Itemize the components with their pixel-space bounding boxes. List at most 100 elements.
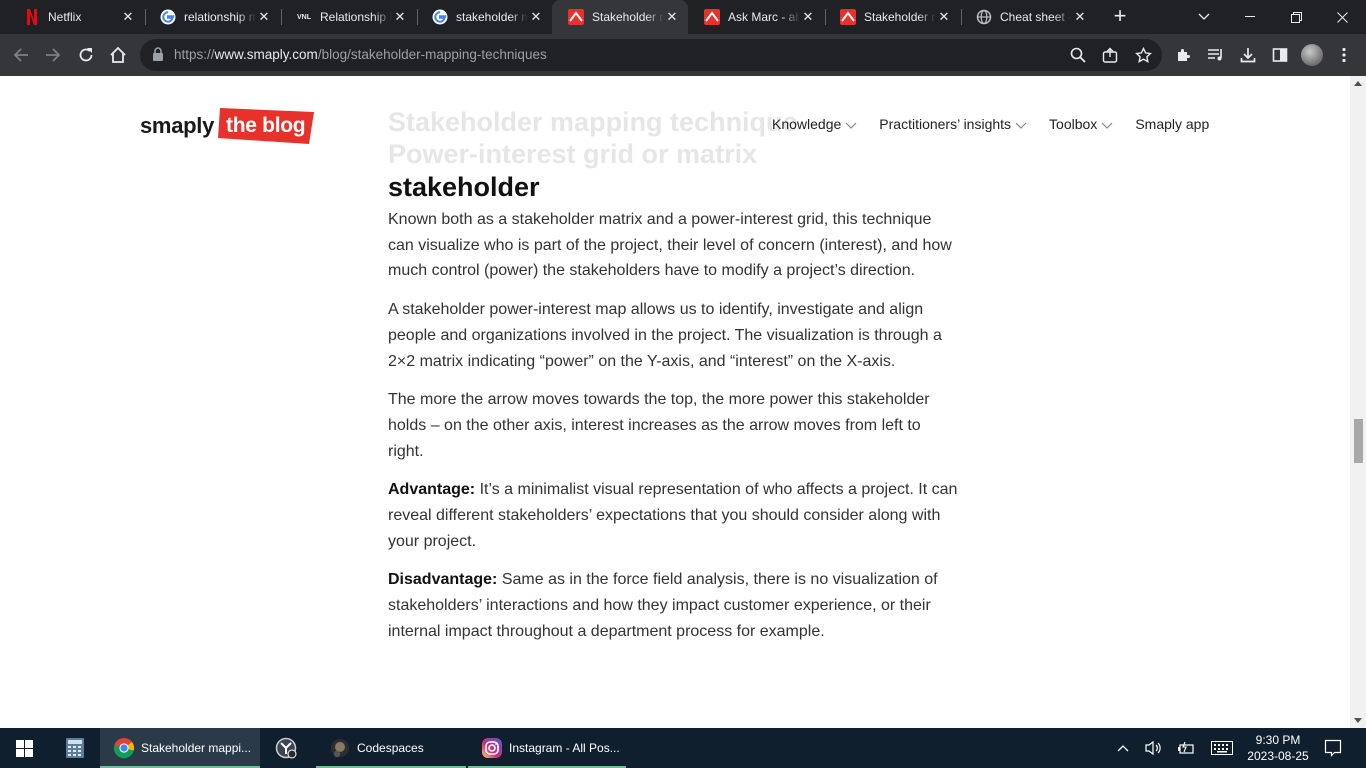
page-scrollbar[interactable] [1350,76,1366,728]
volume-icon[interactable] [1142,728,1166,768]
tab-ask-marc[interactable]: Ask Marc - about ✕ [688,0,824,34]
scroll-down-arrow-icon[interactable] [1354,718,1362,723]
home-icon[interactable] [106,43,130,67]
taskbar-chrome-stakeholder[interactable]: Stakeholder mappi... [100,728,260,768]
scrollbar-thumb[interactable] [1354,419,1363,463]
back-arrow-icon[interactable] [9,43,33,67]
browser-tab-strip: Netflix ✕ relationship map ✕ VNL Relatio… [0,0,1366,34]
chrome-icon [112,736,136,760]
browser-toolbar: https://www.smaply.com/blog/stakeholder-… [0,34,1366,76]
new-tab-plus-icon[interactable]: + [1108,5,1132,29]
nav-smaply-app[interactable]: Smaply app [1135,116,1209,132]
profile-avatar-icon[interactable] [1300,43,1324,67]
instagram-icon [480,736,504,760]
close-icon[interactable]: ✕ [664,9,680,25]
smaply-blog-logo[interactable]: smaply the blog [140,106,315,146]
paragraph-matrix: A stakeholder power-interest map allows … [388,301,942,370]
taskbar-calculator[interactable] [52,728,98,768]
restore-icon[interactable] [1273,0,1319,34]
keyboard-icon[interactable] [1206,728,1238,768]
tab-title: Cheat sheet - [1000,10,1072,24]
tab-title: Netflix [48,10,82,24]
netflix-icon [24,9,40,25]
close-icon[interactable]: ✕ [936,9,952,25]
advantage-label: Advantage: [388,481,476,499]
more-menu-icon[interactable] [1332,43,1356,67]
chevron-down-icon [845,122,857,129]
battery-icon[interactable] [1174,728,1198,768]
tab-title: Relationship Map [320,10,392,24]
url-text[interactable]: https://www.smaply.com/blog/stakeholder-… [174,47,547,62]
notification-center-icon[interactable] [1318,728,1348,768]
app-icon [274,736,298,760]
share-icon[interactable] [1100,45,1120,65]
nav-label: Toolbox [1049,116,1098,132]
taskbar-app[interactable] [262,728,314,768]
article-body: stakeholder Known both as a stakeholder … [388,170,960,658]
system-clock[interactable]: 9:30 PM 2023-08-25 [1244,732,1312,764]
windows-taskbar: Stakeholder mappi... Codespaces Instagra… [0,728,1366,768]
smaply-icon [840,9,856,25]
logo-text: smaply [140,113,215,138]
tab-title: Stakeholder map [864,10,936,24]
bookmark-star-icon[interactable] [1133,45,1153,65]
tab-stakeholder-map-2[interactable]: Stakeholder map ✕ [824,0,960,34]
smaply-icon [704,9,720,25]
download-icon[interactable] [1236,43,1260,67]
tab-netflix[interactable]: Netflix ✕ [8,0,144,34]
close-window-icon[interactable] [1319,0,1365,34]
paragraph-disadvantage: Disadvantage: Same as in the force field… [388,567,960,644]
close-icon[interactable]: ✕ [528,9,544,25]
nav-label: Practitioners’ insights [879,116,1012,132]
nav-knowledge[interactable]: Knowledge [772,116,857,132]
windows-start-icon[interactable] [0,728,48,768]
tab-relationship-map[interactable]: VNL Relationship Map ✕ [280,0,416,34]
zoom-search-icon[interactable] [1068,45,1088,65]
close-icon[interactable]: ✕ [1072,9,1088,25]
tab-cheat-sheet[interactable]: Cheat sheet - ✕ [960,0,1096,34]
tab-title: relationship map [184,10,256,24]
minimize-icon[interactable] [1227,0,1273,34]
tab-relationship-map-search[interactable]: relationship map ✕ [144,0,280,34]
tab-search-chevron-icon[interactable] [1181,0,1227,34]
tab-stakeholder-map-active[interactable]: Stakeholder map ✕ [552,0,688,34]
section-heading: stakeholder [388,172,540,202]
media-playlist-icon[interactable] [1204,43,1228,67]
faded-section-heading: Stakeholder mapping technique Power-inte… [388,107,798,169]
tab-title: Ask Marc - about [728,10,800,24]
paragraph-intro: Known both as a stakeholder matrix and a… [388,211,952,280]
tab-title: Stakeholder map [592,10,664,24]
address-bar[interactable]: https://www.smaply.com/blog/stakeholder-… [140,39,1162,71]
paragraph-arrow: The more the arrow moves towards the top… [388,391,930,460]
nav-label: Smaply app [1135,116,1210,132]
close-icon[interactable]: ✕ [120,9,136,25]
scroll-up-arrow-icon[interactable] [1354,81,1362,86]
chevron-down-icon [1101,122,1113,129]
clock-time: 9:30 PM [1255,733,1301,747]
forward-arrow-icon[interactable] [41,43,65,67]
taskbar-app-label: Instagram - All Pos... [509,741,620,755]
close-icon[interactable]: ✕ [392,9,408,25]
taskbar-codespaces[interactable]: Codespaces [316,728,466,768]
taskbar-app-label: Stakeholder mappi... [141,741,252,755]
close-icon[interactable]: ✕ [256,9,272,25]
smaply-icon [568,9,584,25]
vnl-icon: VNL [297,13,311,21]
lock-icon[interactable] [152,47,164,66]
main-navigation: Knowledge Practitioners’ insights Toolbo… [772,116,1231,132]
globe-icon [976,9,992,25]
disadvantage-label: Disadvantage: [388,571,498,589]
reload-icon[interactable] [74,43,98,67]
show-hidden-icons-chevron-icon[interactable] [1112,728,1134,768]
google-icon [432,9,448,25]
nav-toolbox[interactable]: Toolbox [1049,116,1113,132]
calculator-icon [63,736,87,760]
google-icon [160,9,176,25]
side-panel-icon[interactable] [1268,43,1292,67]
close-icon[interactable]: ✕ [800,9,816,25]
taskbar-instagram[interactable]: Instagram - All Pos... [468,728,626,768]
nav-practitioners-insights[interactable]: Practitioners’ insights [879,116,1027,132]
extensions-puzzle-icon[interactable] [1172,43,1196,67]
tab-stakeholder-map-search[interactable]: stakeholder map ✕ [416,0,552,34]
web-page: Stakeholder mapping technique Power-inte… [0,76,1366,728]
